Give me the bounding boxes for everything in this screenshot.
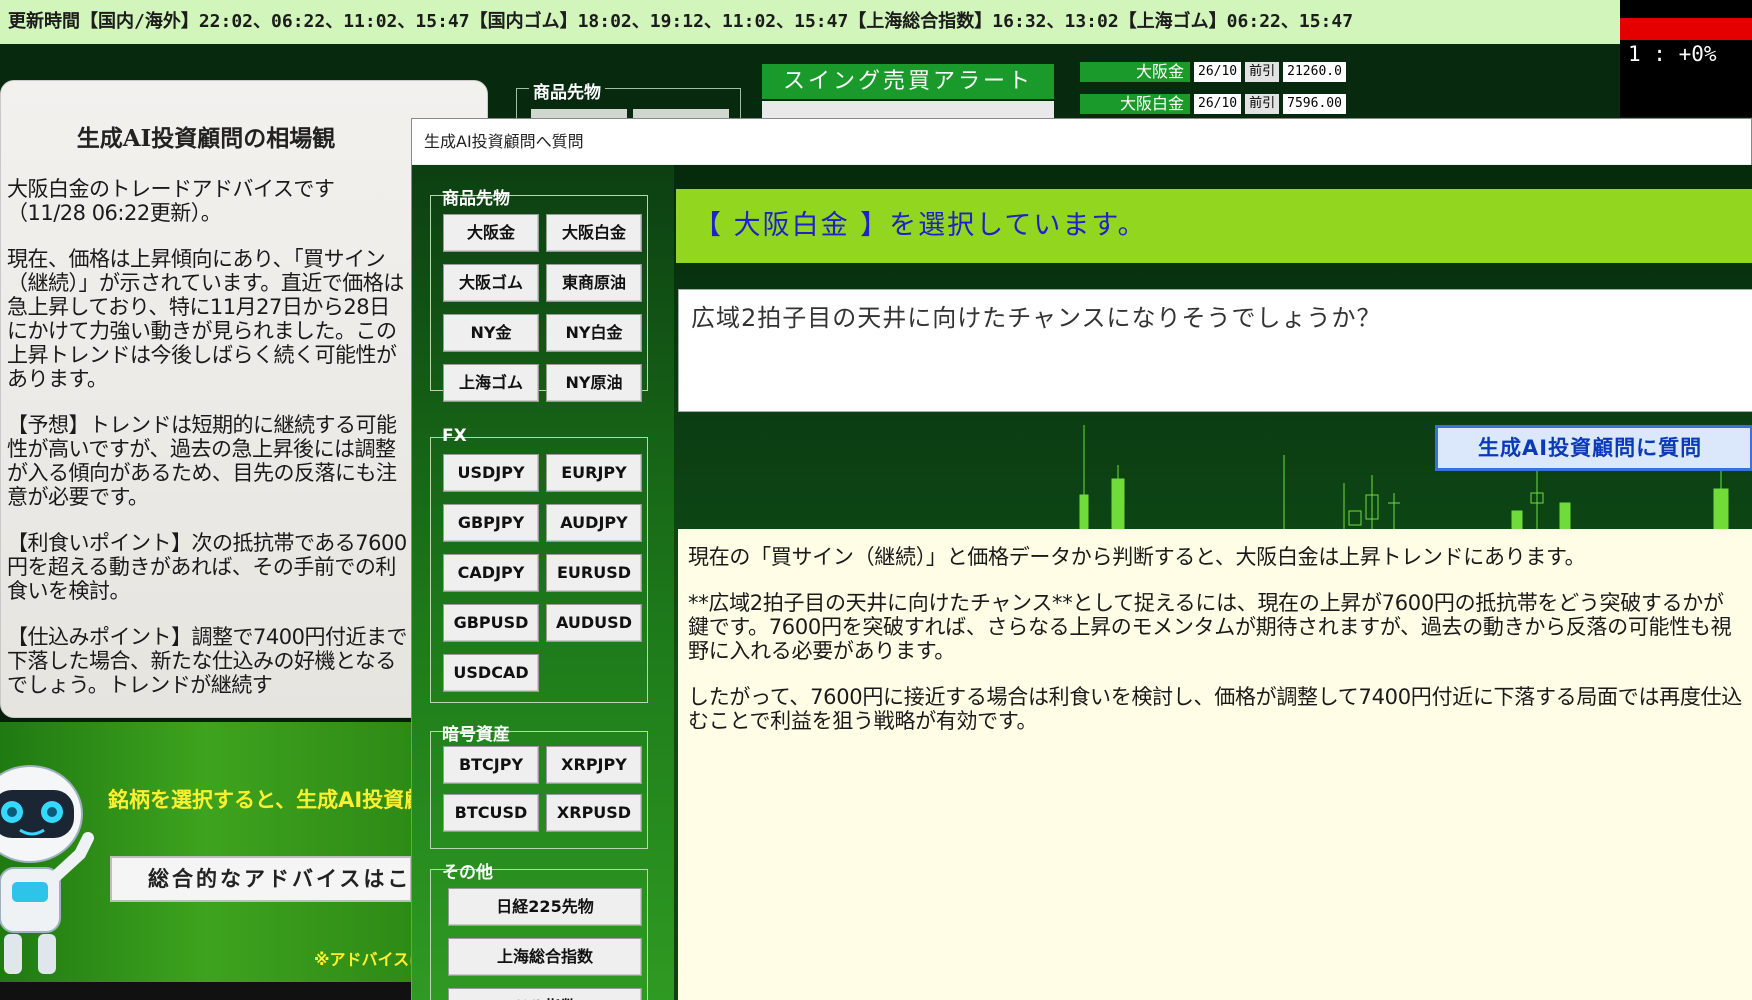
question-input[interactable]: 広域2拍子目の天井に向けたチャンスになりそうでしょうか？ xyxy=(678,289,1752,412)
selected-symbol-text: 【 大阪白金 】を選択しています。 xyxy=(694,210,1147,241)
selected-symbol-banner: 【 大阪白金 】を選択しています。 xyxy=(676,189,1752,263)
symbol-button-btcjpy[interactable]: BTCJPY xyxy=(443,746,539,784)
symbol-button-audjpy[interactable]: AUDJPY xyxy=(546,504,642,542)
advisor-answer: 現在の「買サイン（継続）」と価格データから判断すると、大阪白金は上昇トレンドにあ… xyxy=(678,529,1752,1000)
swing-alert-header: スイング売買アラート xyxy=(762,64,1054,99)
symbol-button-xrpusd[interactable]: XRPUSD xyxy=(546,794,642,832)
quote-date: 26/10 xyxy=(1194,94,1242,114)
group-legend: 暗号資産 xyxy=(442,725,510,745)
advice-paragraph: 【利食いポイント】次の抵抗帯である7600円を超える動きがあれば、その手前での利… xyxy=(7,531,407,603)
ask-advisor-dialog: 生成AI投資顧問へ質問 商品先物 大阪金 大阪白金 大阪ゴム 東商原油 NY金 … xyxy=(411,118,1752,1000)
market-view-text: 大阪白金のトレードアドバイスです（11/28 06:22更新）。 現在、価格は上… xyxy=(7,177,407,719)
quote-price: 21260.0 xyxy=(1283,62,1346,82)
group-crypto: 暗号資産 BTCJPY XRPJPY BTCUSD XRPUSD xyxy=(430,725,648,849)
answer-paragraph: 現在の「買サイン（継続）」と価格データから判断すると、大阪白金は上昇トレンドにあ… xyxy=(688,545,1586,569)
quote-name: 大阪金 xyxy=(1080,62,1190,82)
symbol-button-nikkei225[interactable]: 日経225先物 xyxy=(448,888,642,926)
symbol-button-xrpjpy[interactable]: XRPJPY xyxy=(546,746,642,784)
robot-message: 銘柄を選択すると、生成AI投資顧問からのアドバイスが表示されます。 xyxy=(108,788,412,812)
dialog-body: 商品先物 大阪金 大阪白金 大阪ゴム 東商原油 NY金 NY白金 上海ゴム NY… xyxy=(412,165,1752,1000)
advice-paragraph: 大阪白金のトレードアドバイスです（11/28 06:22更新）。 xyxy=(7,177,335,225)
ask-advisor-button[interactable]: 生成AI投資顧問に質問 xyxy=(1435,425,1752,471)
group-legend: その他 xyxy=(442,863,493,883)
symbol-button-osaka-platinum[interactable]: 大阪白金 xyxy=(546,214,642,252)
summary-advice-button[interactable]: 総合的なアドバイスはこちら xyxy=(110,856,412,902)
group-other: その他 日経225先物 上海総合指数 ドル指数 xyxy=(430,863,648,1000)
quote-price: 7596.00 xyxy=(1283,94,1346,114)
symbol-button-usdjpy[interactable]: USDJPY xyxy=(443,454,539,492)
advice-paragraph: 【仕込みポイント】調整で7400円付近まで下落した場合、新たな仕込みの好機となる… xyxy=(7,625,407,697)
quote-date: 26/10 xyxy=(1194,62,1242,82)
symbol-button-shanghai-index[interactable]: 上海総合指数 xyxy=(448,938,642,976)
swing-alert-table-header xyxy=(762,101,1054,118)
symbol-button-osaka-rubber[interactable]: 大阪ゴム xyxy=(443,264,539,302)
advice-paragraph: 【予想】トレンドは短期的に継続する可能性が高いですが、過去の急上昇後には調整が入… xyxy=(7,413,397,509)
symbol-button-btcusd[interactable]: BTCUSD xyxy=(443,794,539,832)
symbol-button-gbpusd[interactable]: GBPUSD xyxy=(443,604,539,642)
symbol-button-osaka-gold[interactable]: 大阪金 xyxy=(443,214,539,252)
symbol-button-gbpjpy[interactable]: GBPJPY xyxy=(443,504,539,542)
quote-row-osaka-gold: 大阪金 26/10 前引 21260.0 xyxy=(1080,62,1346,82)
symbol-button-eurusd[interactable]: EURUSD xyxy=(546,554,642,592)
robot-mascot-icon xyxy=(0,765,94,974)
symbol-button-cadjpy[interactable]: CADJPY xyxy=(443,554,539,592)
group-legend: 商品先物 xyxy=(442,189,510,209)
group-fx: FX USDJPY EURJPY GBPJPY AUDJPY CADJPY EU… xyxy=(430,426,648,703)
quote-session: 前引 xyxy=(1245,62,1280,82)
symbol-nav: 商品先物 大阪金 大阪白金 大阪ゴム 東商原油 NY金 NY白金 上海ゴム NY… xyxy=(412,165,674,1000)
symbol-button-ny-crude[interactable]: NY原油 xyxy=(546,364,642,402)
bottom-strip xyxy=(0,982,412,1000)
rate-panel: 1 : +0% xyxy=(1620,0,1752,117)
symbol-button-ny-platinum[interactable]: NY白金 xyxy=(546,314,642,352)
quote-session: 前引 xyxy=(1245,94,1280,114)
symbol-button-audusd[interactable]: AUDUSD xyxy=(546,604,642,642)
symbol-button-ny-gold[interactable]: NY金 xyxy=(443,314,539,352)
symbol-button-usdcad[interactable]: USDCAD xyxy=(443,654,539,692)
group-legend: FX xyxy=(442,426,467,446)
symbol-button-dollar-index[interactable]: ドル指数 xyxy=(448,988,642,1000)
group-commodities: 商品先物 大阪金 大阪白金 大阪ゴム 東商原油 NY金 NY白金 上海ゴム NY… xyxy=(430,189,648,402)
advice-note: ※アドバイスは xyxy=(314,950,412,969)
answer-paragraph: **広域2拍子目の天井に向けたチャンス**として捉えるには、現在の上昇が7600… xyxy=(688,591,1732,663)
symbol-button-tocom-crude[interactable]: 東商原油 xyxy=(546,264,642,302)
bg-commodity-legend: 商品先物 xyxy=(529,78,605,103)
answer-paragraph: したがって、7600円に接近する場合は利食いを検討し、価格が調整して7400円付… xyxy=(688,685,1742,733)
dialog-title: 生成AI投資顧問へ質問 xyxy=(412,119,1751,164)
symbol-button-eurjpy[interactable]: EURJPY xyxy=(546,454,642,492)
quote-name: 大阪白金 xyxy=(1080,94,1190,114)
rate-indicator-bar xyxy=(1620,18,1752,40)
market-view-title: 生成AI投資顧問の相場観 xyxy=(76,125,336,152)
rate-readout: 1 : +0% xyxy=(1628,42,1717,66)
quote-row-osaka-platinum: 大阪白金 26/10 前引 7596.00 xyxy=(1080,94,1346,114)
update-time-ticker: 更新時間【国内/海外】22:02、06:22、11:02、15:47【国内ゴム】… xyxy=(0,0,1620,44)
symbol-button-shanghai-rubber[interactable]: 上海ゴム xyxy=(443,364,539,402)
advice-paragraph: 現在、価格は上昇傾向にあり、「買サイン（継続）」が示されています。直近で価格は急… xyxy=(7,247,404,391)
